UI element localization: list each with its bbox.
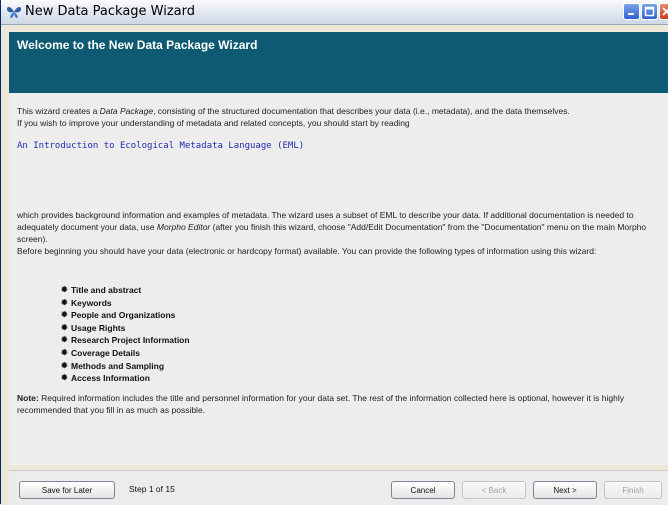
minimize-icon — [628, 13, 634, 15]
cancel-button[interactable]: Cancel — [391, 481, 455, 499]
maximize-button[interactable] — [641, 3, 658, 20]
note-text: Required information includes the title … — [17, 393, 624, 415]
window-title: New Data Package Wizard — [25, 4, 196, 19]
next-button[interactable]: Next > — [533, 481, 597, 499]
finish-button[interactable]: Finish — [604, 481, 662, 499]
maximize-icon — [644, 6, 655, 17]
body-paragraph: which provides background information an… — [17, 209, 668, 257]
eml-introduction-link[interactable]: An Introduction to Ecological Metadata L… — [17, 141, 304, 151]
intro-text-post: , consisting of the structured documenta… — [153, 106, 570, 116]
list-item: Title and abstract — [61, 284, 190, 297]
list-item: Coverage Details — [61, 347, 190, 360]
note-paragraph: Note: Required information includes the … — [17, 392, 668, 416]
wizard-header: Welcome to the New Data Package Wizard — [9, 32, 668, 93]
list-item: Access Information — [61, 372, 190, 385]
before-text: Before beginning you should have your da… — [17, 246, 597, 256]
close-button[interactable] — [659, 3, 668, 20]
wizard-content: This wizard creates a Data Package, cons… — [9, 93, 668, 465]
list-item: Keywords — [61, 297, 190, 310]
wizard-window: New Data Package Wizard Welcome to the N… — [0, 0, 668, 505]
note-label: Note: — [17, 393, 39, 403]
intro-text-pre: This wizard creates a — [17, 106, 100, 116]
intro-text-line2: If you wish to improve your understandin… — [17, 118, 410, 128]
close-icon — [662, 7, 668, 16]
intro-paragraph: This wizard creates a Data Package, cons… — [17, 105, 668, 129]
back-button[interactable]: < Back — [462, 481, 526, 499]
step-indicator: Step 1 of 15 — [129, 484, 175, 494]
list-item: Methods and Sampling — [61, 360, 190, 373]
minimize-button[interactable] — [623, 3, 640, 20]
topic-list: Title and abstract Keywords People and O… — [61, 284, 190, 385]
list-item: Research Project Information — [61, 334, 190, 347]
wizard-footer: Save for Later Step 1 of 15 Cancel < Bac… — [9, 470, 668, 505]
page-title: Welcome to the New Data Package Wizard — [17, 38, 258, 52]
data-package-term: Data Package — [99, 106, 154, 116]
butterfly-icon — [7, 7, 21, 18]
list-item: Usage Rights — [61, 322, 190, 335]
title-bar[interactable]: New Data Package Wizard — [1, 0, 668, 25]
save-for-later-button[interactable]: Save for Later — [19, 481, 115, 499]
list-item: People and Organizations — [61, 309, 190, 322]
morpho-editor-term: Morpho Editor — [156, 222, 211, 232]
